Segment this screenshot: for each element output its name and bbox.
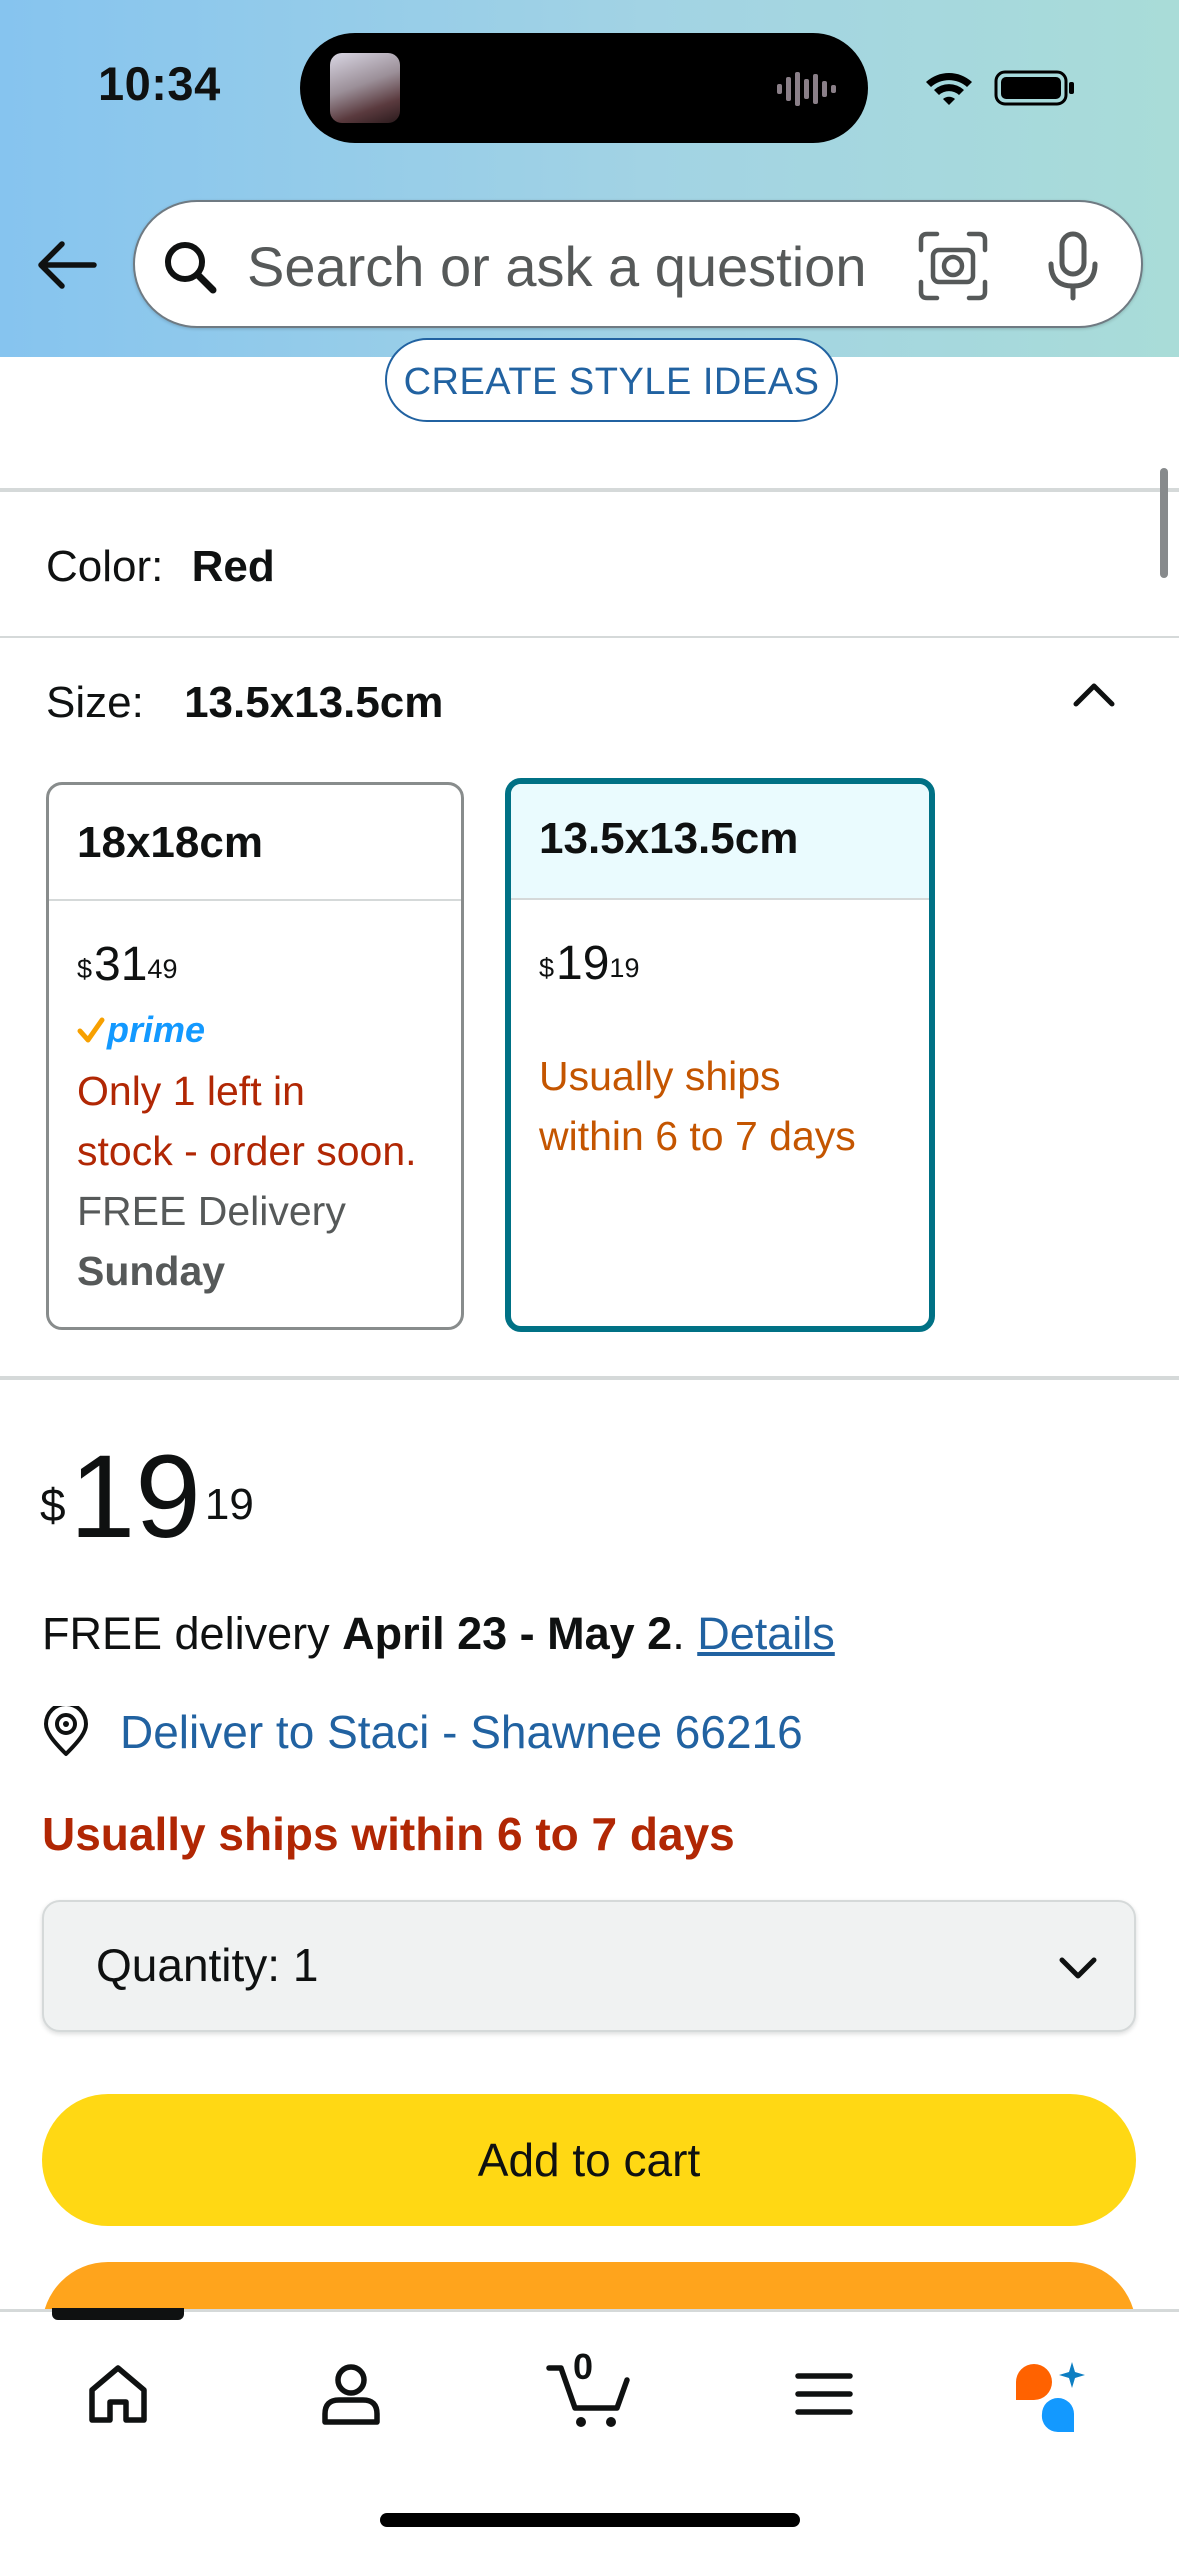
quantity-value: 1 [292,1939,319,1991]
size-selector-header[interactable]: Size: 13.5x13.5cm [46,678,443,728]
color-selector[interactable]: Color: Red [46,542,275,592]
location-pin-icon [44,1706,88,1756]
size-option-name: 18x18cm [49,785,461,901]
camera-lens-icon[interactable] [915,228,991,304]
size-option-18x18[interactable]: 18x18cm $3149 prime Only 1 left in stock… [46,782,464,1330]
status-time: 10:34 [98,57,221,110]
free-delivery-info: FREE Delivery Sunday [77,1188,346,1294]
menu-icon[interactable] [784,2354,864,2434]
deliver-to-location[interactable]: Deliver to Staci - Shawnee 66216 [42,1700,803,1764]
cart-count: 0 [573,2346,594,2387]
quantity-select[interactable]: Quantity: 1 [42,1900,1136,2032]
prime-badge: prime [77,1005,461,1055]
dynamic-island[interactable] [300,33,868,143]
home-icon[interactable] [78,2354,158,2434]
chevron-up-icon[interactable] [1068,668,1120,720]
now-playing-artwork [330,53,400,123]
divider [0,636,1179,638]
shipping-estimate: Usually ships within 6 to 7 days [539,1053,856,1159]
color-value: Red [191,542,275,591]
profile-icon[interactable] [311,2354,391,2434]
availability-status: Usually ships within 6 to 7 days [42,1808,735,1860]
section-divider [0,1376,1179,1380]
home-indicator [380,2513,800,2527]
active-tab-indicator [52,2308,184,2320]
quantity-label: Quantity: [96,1939,281,1991]
status-icons [926,70,1074,106]
size-option-name: 13.5x13.5cm [511,784,929,900]
product-price: $1919 [40,1431,254,1563]
create-style-ideas-button[interactable]: CREATE STYLE IDEAS [385,338,838,422]
size-value: 13.5x13.5cm [184,678,444,727]
header: 10:34 [0,0,1179,357]
audio-waveform-icon [777,72,836,106]
section-divider [0,488,1179,492]
delivery-info: FREE delivery April 23 - May 2. Details [42,1608,835,1659]
battery-icon [994,70,1074,106]
chevron-down-icon [1059,1957,1097,1979]
search-input[interactable] [247,226,977,306]
scroll-indicator [1160,468,1168,578]
size-option-13-5x13-5-selected[interactable]: 13.5x13.5cm $1919 Usually ships within 6… [505,778,935,1332]
search-bar[interactable] [133,200,1143,328]
prime-check-icon [77,1017,105,1043]
details-link[interactable]: Details [697,1608,835,1659]
wifi-icon [926,73,972,105]
cart-tab[interactable]: 0 [545,2346,635,2434]
search-icon [165,242,217,294]
back-arrow-icon[interactable] [32,230,102,300]
add-to-cart-button[interactable]: Add to cart [42,2094,1136,2226]
microphone-icon[interactable] [1043,230,1103,302]
size-label: Size: [46,678,144,727]
size-option-price: $3149 [77,938,178,991]
color-label: Color: [46,542,164,591]
rufus-ai-icon[interactable] [1010,2354,1090,2434]
stock-warning: Only 1 left in stock - order soon. [77,1068,417,1174]
size-option-price: $1919 [539,937,640,990]
